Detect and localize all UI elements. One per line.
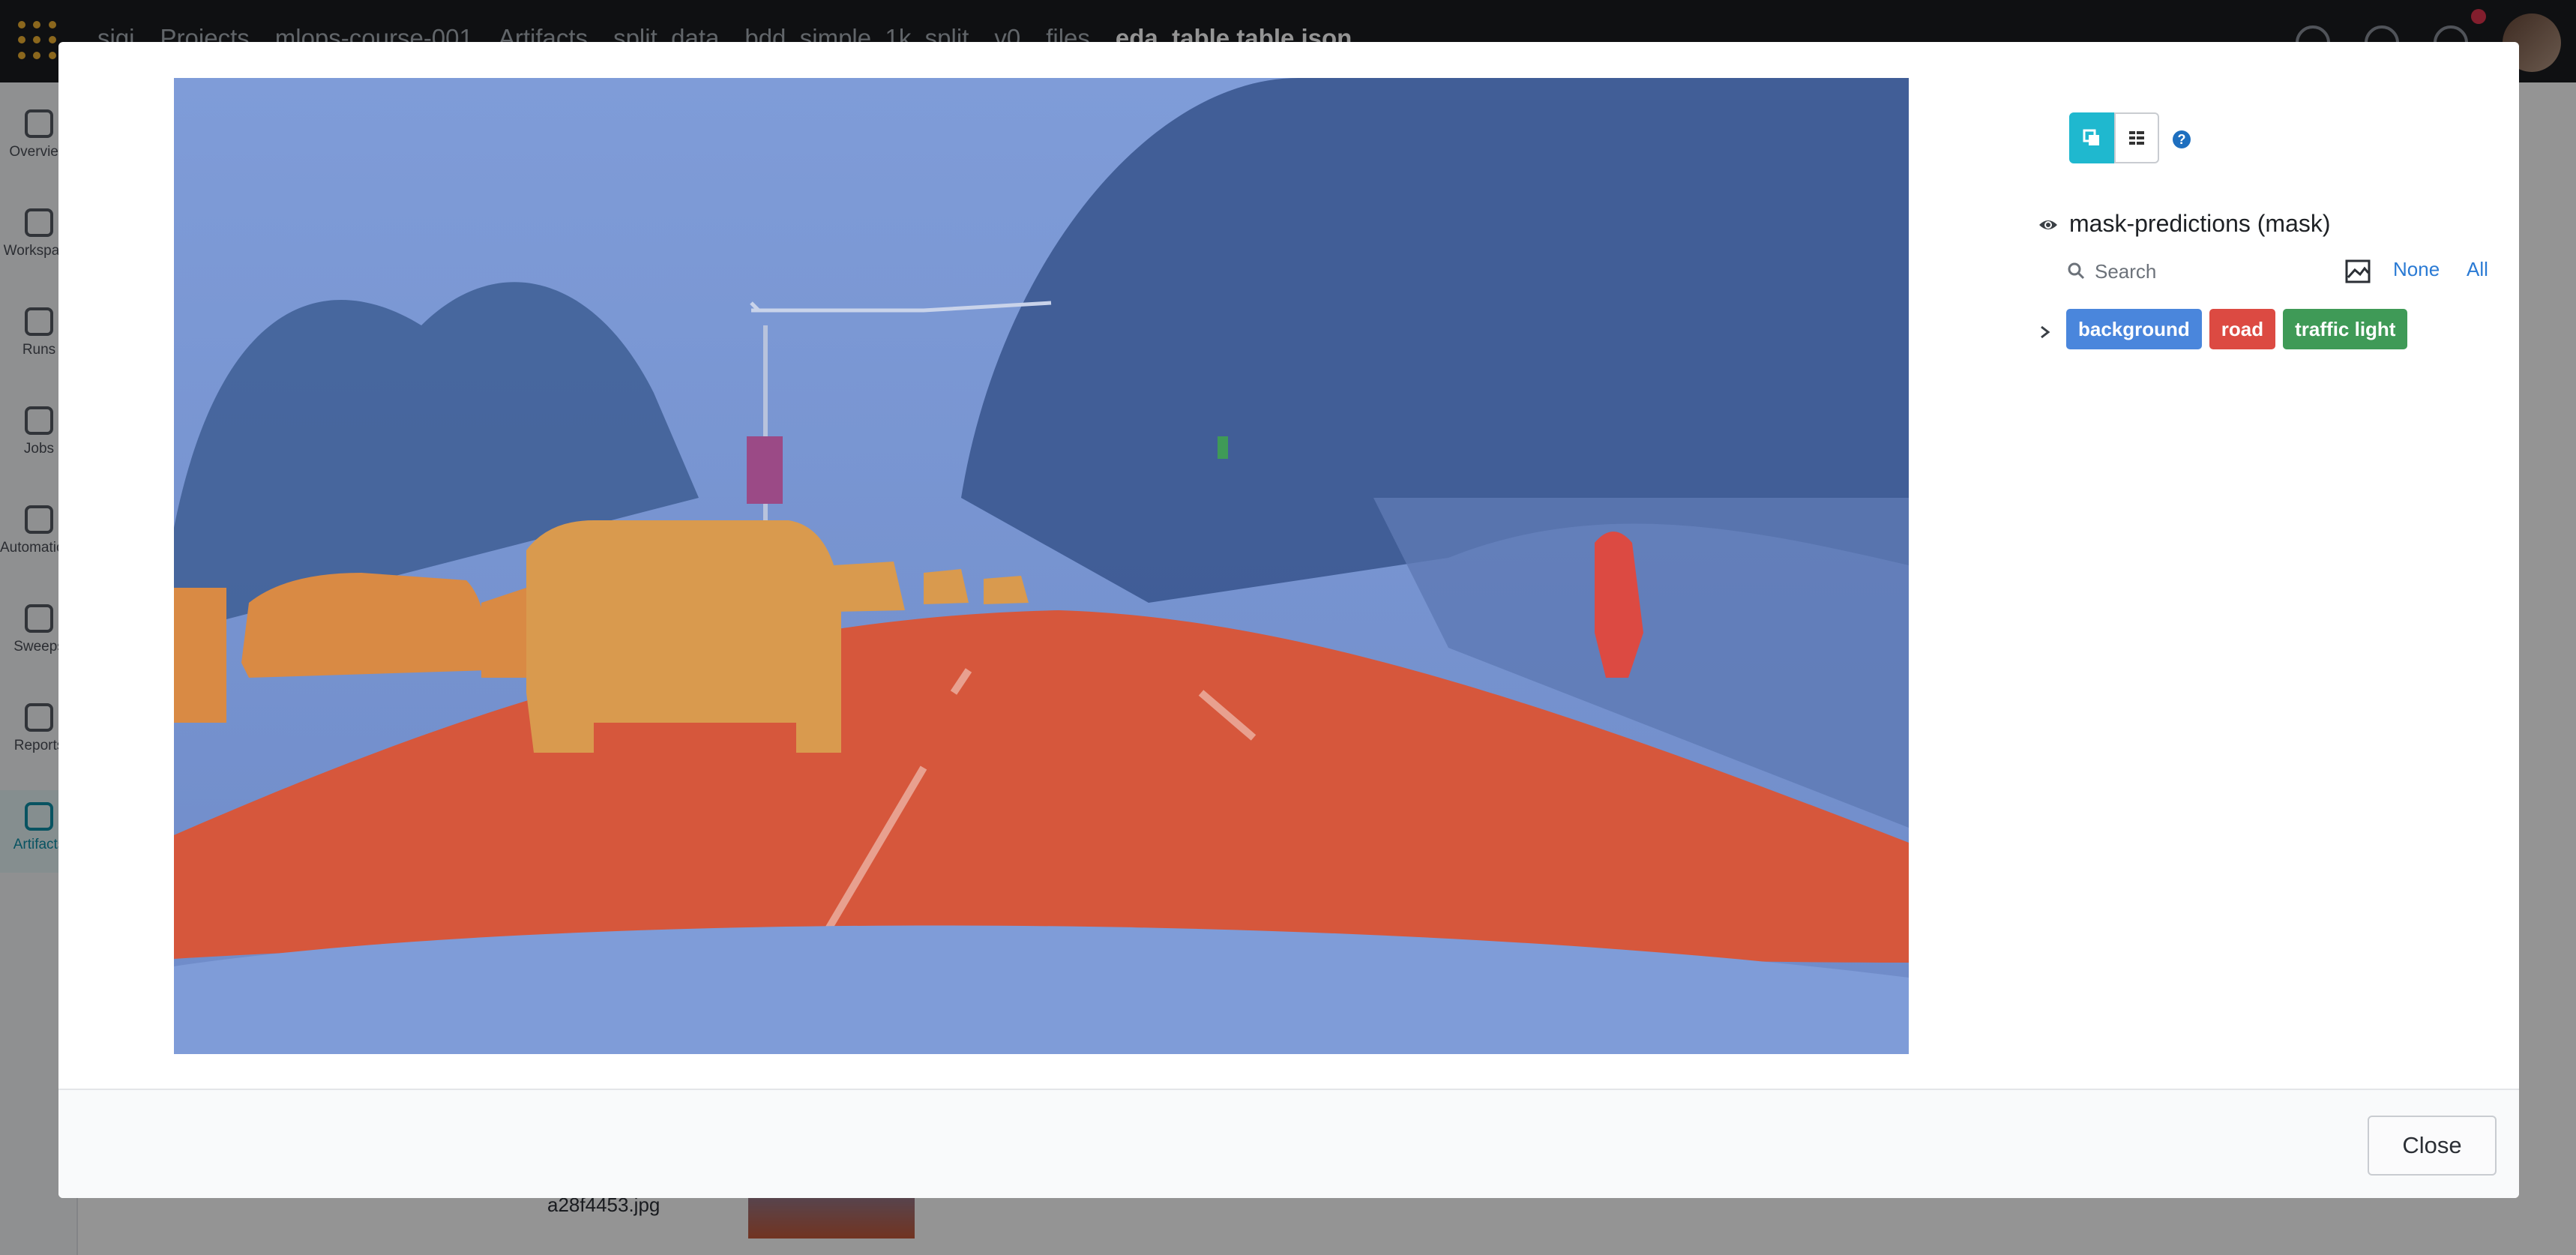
grid-view-button[interactable]: [2114, 112, 2159, 163]
layers-icon: [2083, 129, 2099, 145]
modal-footer: Close: [58, 1089, 2519, 1198]
street-sign: [747, 436, 783, 504]
car-mask-far-3: [984, 576, 1029, 604]
chevron-right-icon[interactable]: [2036, 321, 2054, 343]
search-icon: [2068, 262, 2085, 280]
class-tag-road[interactable]: road: [2209, 309, 2276, 349]
select-none-link[interactable]: None: [2393, 258, 2440, 281]
select-all-link[interactable]: All: [2467, 258, 2488, 281]
image-viewer-modal: ? mask-predictions (mask) None All backg…: [58, 42, 2519, 1198]
car-mask-left-2: [481, 588, 526, 678]
car-mask-suv: [526, 520, 841, 753]
class-tag-traffic-light[interactable]: traffic light: [2283, 309, 2408, 349]
help-icon[interactable]: ?: [2173, 130, 2191, 148]
car-mask-edge: [174, 588, 226, 723]
traffic-light-mask: [1218, 436, 1228, 459]
view-toggle: [2069, 112, 2159, 163]
class-tag-background[interactable]: background: [2066, 309, 2202, 349]
car-mask-far-2: [924, 569, 969, 604]
close-button[interactable]: Close: [2368, 1116, 2497, 1176]
grid-icon: [2129, 131, 2144, 145]
car-mask-left: [241, 573, 489, 678]
segmentation-mask-image: [174, 78, 1909, 1054]
class-search-input[interactable]: [2095, 256, 2380, 286]
mask-group-title: mask-predictions (mask): [2069, 210, 2331, 237]
overlay-view-button[interactable]: [2069, 112, 2114, 163]
car-mask-far-1: [834, 562, 905, 612]
class-tags: background road traffic light: [2066, 309, 2408, 349]
eye-icon[interactable]: [2038, 214, 2059, 235]
image-icon[interactable]: [2345, 259, 2371, 283]
